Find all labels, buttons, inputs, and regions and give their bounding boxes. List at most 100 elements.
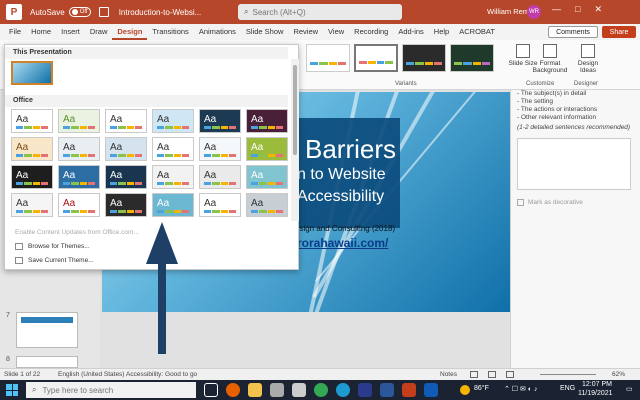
alt-text-input[interactable] bbox=[517, 138, 631, 190]
tab-insert[interactable]: Insert bbox=[56, 24, 85, 40]
clock-time[interactable]: 12:07 PM bbox=[582, 381, 612, 388]
app-icon[interactable] bbox=[270, 383, 284, 397]
theme-option[interactable]: Aa bbox=[105, 193, 147, 217]
tab-home[interactable]: Home bbox=[26, 24, 56, 40]
tab-help[interactable]: Help bbox=[429, 24, 454, 40]
scrollbar-thumb[interactable] bbox=[293, 65, 297, 155]
input-language[interactable]: ENG bbox=[560, 385, 575, 392]
weather-icon[interactable] bbox=[460, 385, 470, 395]
save-icon[interactable] bbox=[98, 7, 109, 17]
share-button[interactable]: Share bbox=[602, 26, 636, 38]
alt-guidance-line: - Other relevant information bbox=[517, 114, 597, 121]
reading-view-icon[interactable] bbox=[506, 371, 514, 378]
slide-thumbnail[interactable] bbox=[16, 356, 78, 368]
tab-view[interactable]: View bbox=[323, 24, 349, 40]
theme-option[interactable]: Aa bbox=[105, 137, 147, 161]
theme-option[interactable]: Aa bbox=[199, 109, 241, 133]
slide-url-link[interactable]: rorahawaii.com/ bbox=[297, 236, 388, 250]
taskbar-search-input[interactable] bbox=[42, 385, 183, 395]
taskbar-search[interactable]: ⌕ bbox=[26, 382, 196, 398]
theme-option[interactable]: Aa bbox=[58, 193, 100, 217]
accessibility-status[interactable]: Accessibility: Good to go bbox=[126, 371, 197, 378]
clock-date[interactable]: 11/19/2021 bbox=[578, 390, 613, 397]
slide-sorter-icon[interactable] bbox=[488, 371, 496, 378]
variant-thumb[interactable] bbox=[306, 44, 350, 72]
theme-option[interactable]: Aa bbox=[11, 137, 53, 161]
avatar[interactable]: WR bbox=[527, 5, 541, 19]
theme-option[interactable]: Aa bbox=[246, 109, 288, 133]
theme-option[interactable]: Aa bbox=[246, 137, 288, 161]
theme-option[interactable]: Aa bbox=[199, 165, 241, 189]
design-ideas-button[interactable]: Design Ideas bbox=[570, 42, 606, 74]
browse-themes-item[interactable]: Browse for Themes... bbox=[15, 243, 90, 250]
firefox-icon[interactable] bbox=[226, 383, 240, 397]
tab-animations[interactable]: Animations bbox=[194, 24, 241, 40]
format-background-button[interactable]: Format Background bbox=[530, 42, 570, 74]
theme-option[interactable]: Aa bbox=[58, 137, 100, 161]
theme-option[interactable]: Aa bbox=[246, 193, 288, 217]
theme-option[interactable]: Aa bbox=[246, 165, 288, 189]
tab-slide-show[interactable]: Slide Show bbox=[241, 24, 289, 40]
document-title[interactable]: Introduction-to-Websi... bbox=[119, 8, 202, 17]
tab-file[interactable]: File bbox=[4, 24, 26, 40]
save-theme-item[interactable]: Save Current Theme... bbox=[15, 257, 94, 264]
chrome-icon[interactable] bbox=[314, 383, 328, 397]
variant-thumb[interactable] bbox=[354, 44, 398, 72]
comments-button[interactable]: Comments bbox=[548, 26, 598, 38]
theme-option[interactable]: Aa bbox=[11, 193, 53, 217]
theme-option[interactable]: Aa bbox=[199, 193, 241, 217]
variant-thumb[interactable] bbox=[402, 44, 446, 72]
windows-start-icon[interactable] bbox=[6, 384, 18, 396]
theme-option[interactable]: Aa bbox=[105, 109, 147, 133]
task-view-icon[interactable] bbox=[204, 383, 218, 397]
tab-recording[interactable]: Recording bbox=[349, 24, 393, 40]
powerpoint-icon[interactable] bbox=[402, 383, 416, 397]
tab-draw[interactable]: Draw bbox=[85, 24, 113, 40]
slide-title-line[interactable]: Barriers bbox=[305, 134, 396, 165]
language-status[interactable]: English (United States) bbox=[58, 371, 124, 378]
file-explorer-icon[interactable] bbox=[248, 383, 262, 397]
outlook-icon[interactable] bbox=[424, 383, 438, 397]
tab-add-ins[interactable]: Add-ins bbox=[393, 24, 428, 40]
theme-current[interactable] bbox=[11, 61, 53, 85]
tab-review[interactable]: Review bbox=[288, 24, 323, 40]
search-input[interactable] bbox=[252, 7, 393, 17]
theme-option[interactable]: Aa bbox=[105, 165, 147, 189]
close-icon[interactable]: ✕ bbox=[594, 4, 602, 15]
autosave-toggle[interactable]: Off bbox=[68, 7, 91, 17]
tab-acrobat[interactable]: ACROBAT bbox=[454, 24, 500, 40]
system-tray-icons[interactable]: ⌃ ☐ ✉ ◐ ♪ bbox=[504, 385, 538, 393]
variant-thumb[interactable] bbox=[450, 44, 494, 72]
weather-temp[interactable]: 86°F bbox=[474, 385, 489, 392]
tab-design[interactable]: Design bbox=[112, 24, 148, 40]
zoom-slider[interactable] bbox=[540, 374, 596, 375]
theme-option[interactable]: Aa bbox=[11, 109, 53, 133]
user-name[interactable]: William Rems bbox=[487, 7, 533, 16]
theme-option[interactable]: Aa bbox=[11, 165, 53, 189]
theme-option[interactable]: Aa bbox=[152, 193, 194, 217]
photoshop-icon[interactable] bbox=[358, 383, 372, 397]
zoom-level[interactable]: 62% bbox=[612, 371, 625, 378]
edge-icon[interactable] bbox=[336, 383, 350, 397]
theme-option[interactable]: Aa bbox=[58, 109, 100, 133]
search-box[interactable]: ⌕ bbox=[238, 4, 402, 20]
theme-option[interactable]: Aa bbox=[199, 137, 241, 161]
minimize-icon[interactable]: — bbox=[552, 4, 561, 15]
slide-title-line[interactable]: Accessibility bbox=[297, 188, 384, 206]
slide-title-line[interactable]: n to Website bbox=[297, 166, 386, 184]
theme-option[interactable]: Aa bbox=[58, 165, 100, 189]
tab-transitions[interactable]: Transitions bbox=[147, 24, 193, 40]
theme-option[interactable]: Aa bbox=[152, 137, 194, 161]
theme-option[interactable]: Aa bbox=[152, 165, 194, 189]
mark-decorative-checkbox[interactable]: Mark as decorative bbox=[517, 199, 583, 206]
theme-option[interactable]: Aa bbox=[152, 109, 194, 133]
notification-icon[interactable]: ▭ bbox=[626, 385, 633, 393]
slide-thumbnail[interactable] bbox=[16, 312, 78, 348]
normal-view-icon[interactable] bbox=[470, 371, 478, 378]
slide-subtitle[interactable]: esign and Consulting (2018) bbox=[295, 224, 395, 233]
word-icon[interactable] bbox=[380, 383, 394, 397]
notes-button[interactable]: Notes bbox=[440, 371, 457, 378]
maximize-icon[interactable]: □ bbox=[575, 4, 580, 15]
app-icon[interactable] bbox=[292, 383, 306, 397]
themes-scrollbar[interactable] bbox=[291, 59, 299, 221]
